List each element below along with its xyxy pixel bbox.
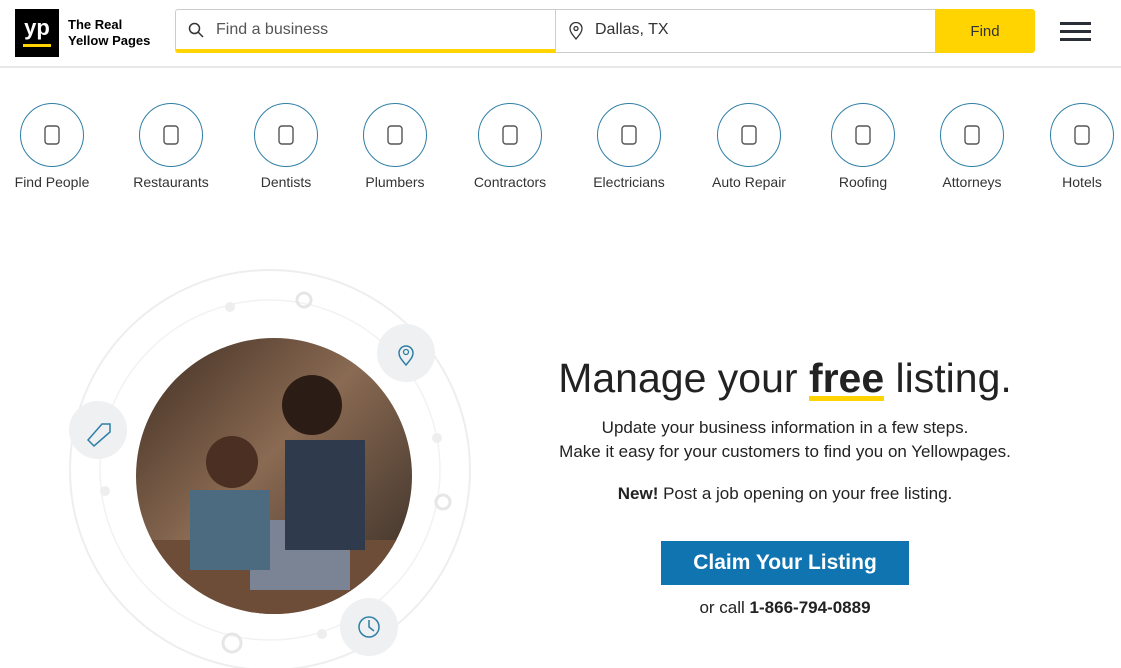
category-label: Roofing	[838, 174, 888, 190]
brand-line2: Yellow Pages	[68, 33, 151, 48]
category-label: Restaurants	[133, 174, 209, 190]
tooth-icon	[254, 103, 318, 167]
category-attorneys[interactable]: Attorneys	[917, 103, 1027, 190]
category-find-people[interactable]: Find People	[0, 103, 107, 190]
category-label: Plumbers	[365, 174, 425, 190]
price-tag-icon	[69, 401, 127, 459]
header: yp The Real Yellow Pages Find	[0, 0, 1121, 68]
hotel-icon	[1050, 103, 1114, 167]
category-label: Contractors	[473, 174, 547, 190]
house-icon	[831, 103, 895, 167]
category-dentists[interactable]: Dentists	[231, 103, 341, 190]
location-input[interactable]	[595, 21, 895, 39]
brand-line1: The Real	[68, 17, 123, 32]
category-contractors[interactable]: Contractors	[455, 103, 565, 190]
gavel-icon	[940, 103, 1004, 167]
category-electricians[interactable]: Electricians	[574, 103, 684, 190]
hero-title: Manage your free listing.	[558, 355, 1012, 401]
call-line: or call 1-866-794-0889	[699, 598, 871, 617]
business-owners-photo	[136, 338, 412, 614]
claim-listing-section: Manage your free listing. Update your bu…	[500, 355, 1070, 618]
plate-icon	[139, 103, 203, 167]
category-label: Attorneys	[942, 174, 1002, 190]
plunger-icon	[363, 103, 427, 167]
category-restaurants[interactable]: Restaurants	[116, 103, 226, 190]
category-label: Hotels	[1062, 174, 1102, 190]
job-posting-note: New! Post a job opening on your free lis…	[617, 484, 953, 503]
category-plumbers[interactable]: Plumbers	[340, 103, 450, 190]
search-icon	[188, 22, 204, 38]
category-hotels[interactable]: Hotels	[1027, 103, 1121, 190]
business-search-input[interactable]	[216, 21, 536, 39]
find-button[interactable]: Find	[935, 9, 1035, 53]
phone-number[interactable]: 1-866-794-0889	[750, 598, 871, 617]
hero-illustration	[69, 269, 471, 668]
location-box	[556, 9, 936, 53]
worker-icon	[478, 103, 542, 167]
category-label: Find People	[14, 174, 90, 190]
car-wrench-icon	[717, 103, 781, 167]
category-label: Electricians	[593, 174, 665, 190]
person-icon	[20, 103, 84, 167]
plug-icon	[597, 103, 661, 167]
claim-listing-button[interactable]: Claim Your Listing	[661, 541, 909, 585]
map-pin-icon	[377, 324, 435, 382]
brand-name[interactable]: The Real Yellow Pages	[68, 17, 150, 49]
category-roofing[interactable]: Roofing	[808, 103, 918, 190]
hamburger-menu-icon[interactable]	[1060, 22, 1091, 42]
yp-logo[interactable]: yp	[15, 9, 59, 57]
hero-description: Update your business information in a fe…	[559, 418, 1011, 461]
category-label: Dentists	[260, 174, 312, 190]
category-auto-repair[interactable]: Auto Repair	[694, 103, 804, 190]
category-label: Auto Repair	[712, 174, 786, 190]
clock-icon	[340, 598, 398, 656]
location-pin-icon	[569, 22, 583, 40]
search-box	[175, 9, 556, 53]
